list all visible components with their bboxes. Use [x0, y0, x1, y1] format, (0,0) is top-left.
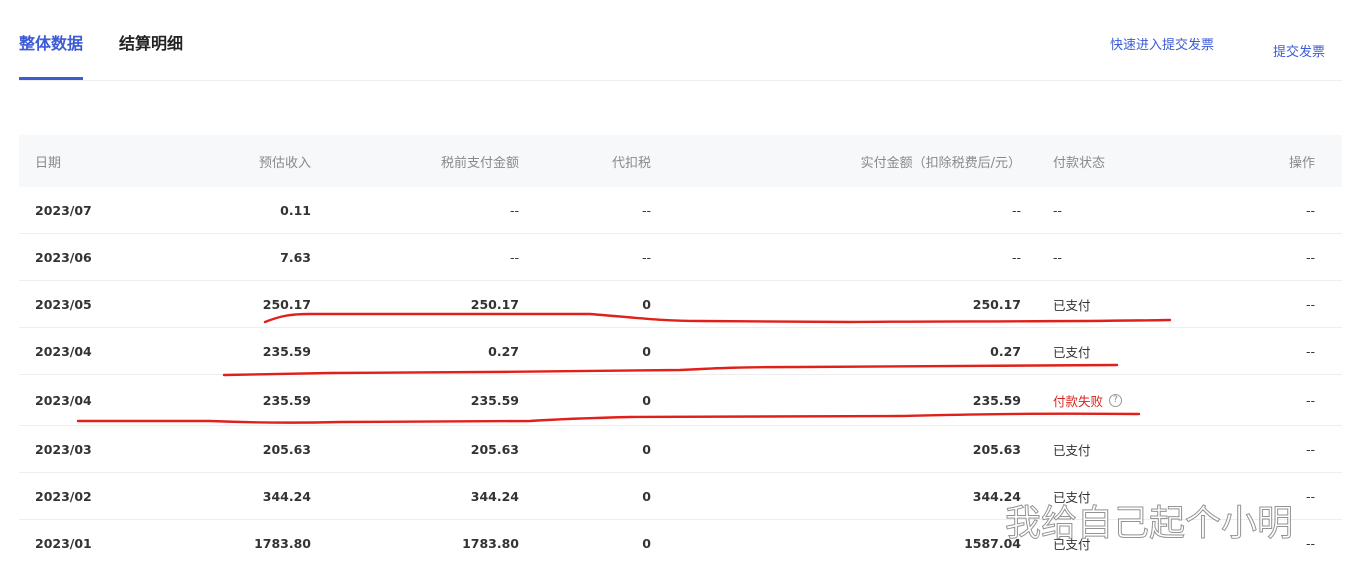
header-status: 付款状态 — [1053, 155, 1106, 171]
table-row: 2023/04 235.59 0.27 0 0.27 已支付 -- — [19, 328, 1342, 375]
cell-action: -- — [1305, 536, 1315, 551]
cell-actual-amount: 235.59 — [972, 392, 1021, 408]
cell-date: 2023/01 — [35, 536, 92, 551]
cell-withheld-tax: 0 — [642, 488, 651, 504]
cell-status: 已支付 — [1053, 489, 1091, 505]
cell-status: 已支付 — [1053, 537, 1091, 552]
cell-date: 2023/02 — [35, 488, 92, 504]
cell-pre-tax-amount: -- — [509, 202, 519, 218]
cell-withheld-tax: 0 — [642, 536, 651, 551]
tab-overall-data[interactable]: 整体数据 — [19, 33, 83, 55]
question-circle-icon[interactable]: ? — [1109, 393, 1123, 407]
cell-action: -- — [1305, 249, 1315, 265]
cell-estimated-income: 7.63 — [280, 249, 311, 265]
cell-date: 2023/05 — [35, 296, 92, 312]
cell-action: -- — [1305, 202, 1315, 218]
cell-pre-tax-amount: 205.63 — [470, 441, 519, 457]
cell-date: 2023/06 — [35, 249, 92, 265]
cell-estimated-income: 344.24 — [262, 488, 311, 504]
cell-withheld-tax: 0 — [642, 296, 651, 312]
cell-actual-amount: 0.27 — [990, 343, 1021, 359]
cell-action: -- — [1305, 488, 1315, 504]
cell-withheld-tax: 0 — [642, 441, 651, 457]
cell-actual-amount: -- — [1011, 202, 1021, 218]
header-withheld-tax: 代扣税 — [611, 155, 651, 171]
cell-action: -- — [1305, 343, 1315, 359]
cell-estimated-income: 1783.80 — [254, 536, 311, 551]
cell-pre-tax-amount: 0.27 — [488, 343, 519, 359]
header-action: 操作 — [1288, 155, 1315, 171]
table-row: 2023/05 250.17 250.17 0 250.17 已支付 -- — [19, 281, 1342, 328]
cell-status: 已支付 — [1053, 344, 1091, 360]
header-pre-tax-amount: 税前支付金额 — [440, 155, 519, 171]
cell-estimated-income: 235.59 — [262, 343, 311, 359]
cell-estimated-income: 0.11 — [280, 202, 311, 218]
cell-status: 已支付 — [1053, 442, 1091, 458]
header-actual-amount: 实付金额（扣除税费后/元） — [860, 155, 1021, 171]
cell-actual-amount: 1587.04 — [964, 536, 1021, 551]
table-row: 2023/04 235.59 235.59 0 235.59 付款失败 ? -- — [19, 375, 1342, 426]
cell-estimated-income: 250.17 — [262, 296, 311, 312]
cell-actual-amount: 205.63 — [972, 441, 1021, 457]
cell-pre-tax-amount: 344.24 — [470, 488, 519, 504]
cell-status-wrap: 付款失败 ? — [1053, 375, 1123, 425]
cell-pre-tax-amount: 235.59 — [470, 392, 519, 408]
cell-status: -- — [1053, 202, 1063, 218]
status-payment-failed: 付款失败 — [1053, 393, 1104, 409]
cell-withheld-tax: 0 — [642, 392, 651, 408]
table-row: 2023/03 205.63 205.63 0 205.63 已支付 -- — [19, 426, 1342, 473]
cell-pre-tax-amount: 250.17 — [470, 296, 519, 312]
cell-date: 2023/07 — [35, 202, 92, 218]
table-row: 2023/07 0.11 -- -- -- -- -- — [19, 187, 1342, 234]
cell-action: -- — [1305, 392, 1315, 408]
submit-invoice-link[interactable]: 提交发票 — [1273, 41, 1325, 60]
cell-status: 已支付 — [1053, 297, 1091, 313]
cell-actual-amount: 250.17 — [972, 296, 1021, 312]
table-body: 2023/07 0.11 -- -- -- -- -- 2023/06 7.63… — [19, 187, 1342, 567]
quick-submit-invoice-link[interactable]: 快速进入提交发票 — [1110, 34, 1214, 53]
cell-pre-tax-amount: -- — [509, 249, 519, 265]
table-row: 2023/02 344.24 344.24 0 344.24 已支付 -- — [19, 473, 1342, 520]
cell-action: -- — [1305, 441, 1315, 457]
active-tab-indicator — [19, 77, 83, 80]
header-estimated-income: 预估收入 — [258, 155, 311, 171]
cell-actual-amount: 344.24 — [972, 488, 1021, 504]
cell-withheld-tax: -- — [641, 249, 651, 265]
cell-estimated-income: 205.63 — [262, 441, 311, 457]
cell-date: 2023/04 — [35, 392, 92, 408]
settlement-table: 日期 预估收入 税前支付金额 代扣税 实付金额（扣除税费后/元） 付款状态 操作… — [19, 135, 1342, 567]
cell-withheld-tax: -- — [641, 202, 651, 218]
cell-withheld-tax: 0 — [642, 343, 651, 359]
cell-date: 2023/04 — [35, 343, 92, 359]
table-row: 2023/01 1783.80 1783.80 0 1587.04 已支付 -- — [19, 520, 1342, 567]
table-row: 2023/06 7.63 -- -- -- -- -- — [19, 234, 1342, 281]
cell-actual-amount: -- — [1011, 249, 1021, 265]
tab-settlement-details[interactable]: 结算明细 — [119, 33, 183, 55]
header-date: 日期 — [35, 155, 62, 171]
cell-date: 2023/03 — [35, 441, 92, 457]
cell-estimated-income: 235.59 — [262, 392, 311, 408]
cell-action: -- — [1305, 296, 1315, 312]
cell-pre-tax-amount: 1783.80 — [462, 536, 519, 551]
cell-status: -- — [1053, 249, 1063, 265]
table-header: 日期 预估收入 税前支付金额 代扣税 实付金额（扣除税费后/元） 付款状态 操作 — [19, 135, 1342, 187]
